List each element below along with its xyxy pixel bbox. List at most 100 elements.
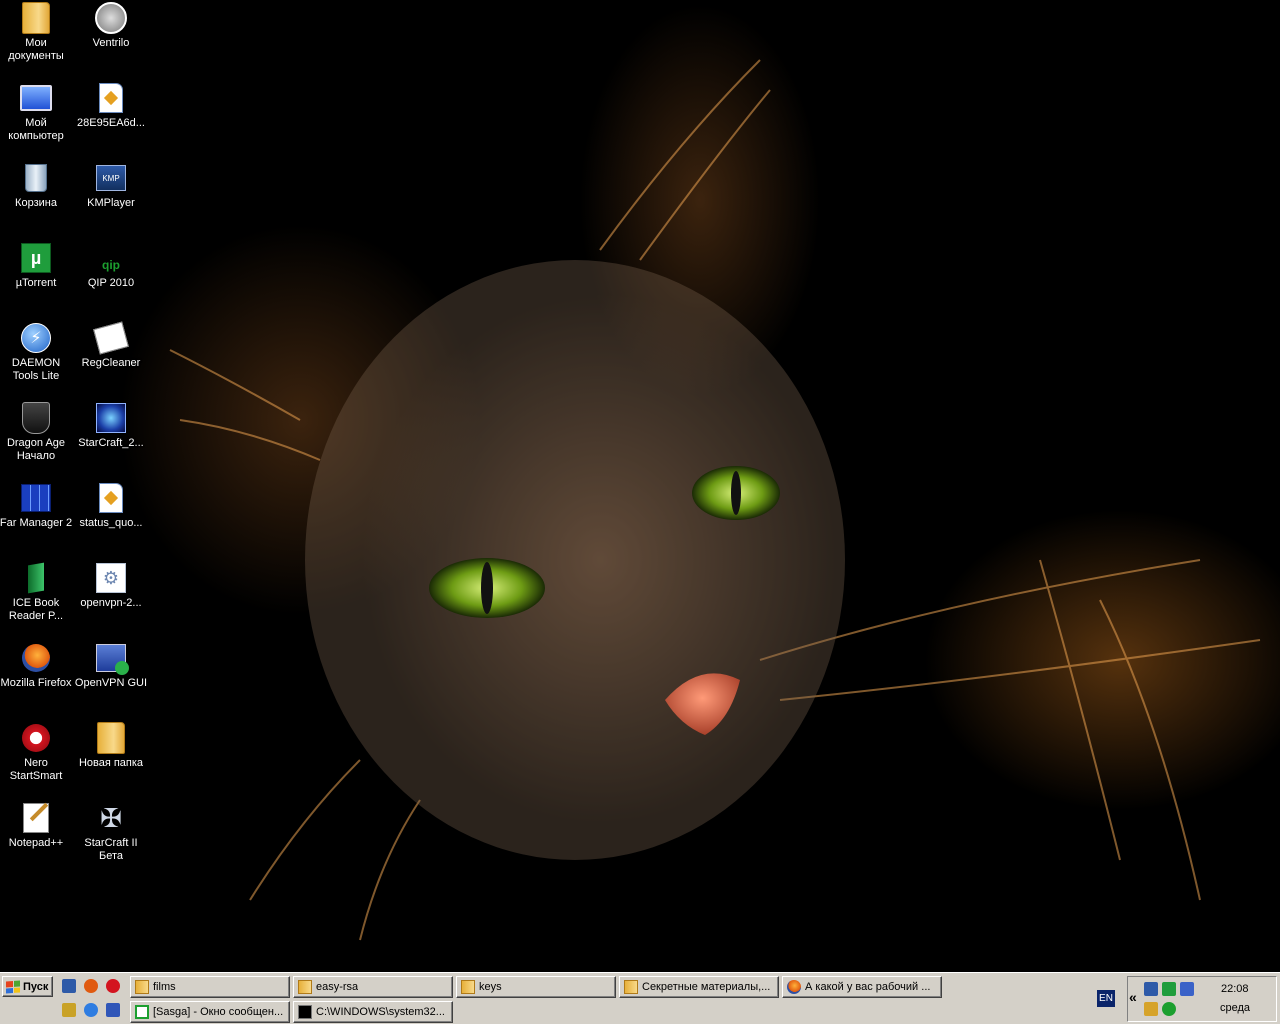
desktop-icon-label: DAEMON Tools Lite	[11, 357, 61, 382]
desktop-icon-label: Мои документы	[8, 37, 64, 62]
nero-icon[interactable]	[104, 977, 122, 995]
folder-icon	[20, 2, 52, 34]
task-button[interactable]: А какой у вас рабочий ...	[782, 976, 942, 998]
daemon-tools-icon: ⚡	[20, 322, 52, 354]
firefox-icon	[787, 980, 801, 994]
installer-icon: ⚙	[95, 562, 127, 594]
desktop-icon[interactable]: Корзина	[0, 160, 74, 234]
utorrent-icon: µ	[20, 242, 52, 274]
wallpaper-cat-image	[169, 59, 1261, 941]
task-button[interactable]: Секретные материалы,...	[619, 976, 779, 998]
firefox-icon[interactable]	[82, 977, 100, 995]
desktop-icon[interactable]: StarCraft_2...	[73, 400, 149, 474]
notepad-icon	[20, 802, 52, 834]
task-button-label: А какой у вас рабочий ...	[805, 981, 931, 993]
desktop-icon-label: StarCraft_2...	[78, 437, 144, 449]
task-button[interactable]: films	[130, 976, 290, 998]
task-button-label: C:\WINDOWS\system32...	[316, 1006, 445, 1018]
recycle-bin-icon	[20, 162, 52, 194]
task-button-label: keys	[479, 981, 502, 993]
desktop-icon-label: Мой компьютер	[8, 117, 64, 142]
desktop-icon-label: StarCraft II Бета	[84, 837, 138, 862]
task-button-label: easy-rsa	[316, 981, 359, 993]
system-tray	[1127, 976, 1277, 1022]
desktop-icon[interactable]: qip QIP 2010	[73, 240, 149, 314]
internet-explorer-icon[interactable]	[82, 1001, 100, 1019]
desktop-icon-label: Mozilla Firefox	[0, 677, 72, 689]
task-button-label: Секретные материалы,...	[642, 981, 771, 993]
nero-icon	[20, 722, 52, 754]
desktop-icon-label: µTorrent	[15, 277, 57, 289]
windows-logo-icon	[6, 980, 20, 993]
task-button-label: films	[153, 981, 176, 993]
desktop-icon[interactable]: Dragon Age Начало	[0, 400, 74, 474]
desktop-icon[interactable]: Far Manager 2	[0, 480, 74, 554]
desktop: Мои документы Ventrilo Мой компьютер 28E95E…	[0, 0, 1280, 972]
dragon-age-icon	[20, 402, 52, 434]
cmd-icon	[298, 1005, 312, 1019]
kmplayer-tray-icon[interactable]	[1144, 982, 1158, 996]
language-indicator[interactable]: EN	[1097, 990, 1115, 1007]
qip-icon: qip	[102, 258, 120, 272]
task-button[interactable]: keys	[456, 976, 616, 998]
desktop-icon[interactable]: ⚙ openvpn-2...	[73, 560, 149, 634]
desktop-icon[interactable]: ⚡ DAEMON Tools Lite	[0, 320, 74, 394]
desktop-icon[interactable]: Notepad++	[0, 800, 74, 874]
desktop-icon-label: KMPlayer	[87, 197, 135, 209]
far-manager-icon	[20, 482, 52, 514]
desktop-icon[interactable]: KMP KMPlayer	[73, 160, 149, 234]
desktop-icon[interactable]: RegCleaner	[73, 320, 149, 394]
desktop-icon[interactable]: 28E95EA6d...	[73, 80, 149, 154]
taskbar: Пуск films easy-rsa keys Секретные материал…	[0, 972, 1280, 1024]
folder-icon	[135, 980, 149, 994]
desktop-icon[interactable]: µ µTorrent	[0, 240, 74, 314]
desktop-icon[interactable]: Ventrilo	[73, 0, 149, 74]
home-network-tray-icon[interactable]	[1144, 1002, 1158, 1016]
firefox-icon	[20, 642, 52, 674]
task-button[interactable]: easy-rsa	[293, 976, 453, 998]
desktop-icon[interactable]: Мои документы	[0, 0, 74, 74]
clock-day: среда	[1220, 1002, 1251, 1014]
chat-icon	[135, 1005, 149, 1019]
desktop-icon[interactable]: OpenVPN GUI	[73, 640, 149, 714]
desktop-icon[interactable]: Mozilla Firefox	[0, 640, 74, 714]
desktop-icon[interactable]: status_quo...	[73, 480, 149, 554]
show-desktop-icon[interactable]	[60, 977, 78, 995]
desktop-icon[interactable]: Мой компьютер	[0, 80, 74, 154]
desktop-icon-label: Новая папка	[78, 757, 144, 769]
desktop-icon-label: Dragon Age Начало	[6, 437, 66, 462]
desktop-icon-label: openvpn-2...	[80, 597, 142, 609]
clock-time[interactable]: 22:08	[1221, 983, 1249, 995]
desktop-icon-label: OpenVPN GUI	[74, 677, 148, 689]
desktop-icon-label: Ventrilo	[92, 37, 130, 49]
desktop-icon[interactable]: Новая папка	[73, 720, 149, 794]
monitor-icon[interactable]	[104, 1001, 122, 1019]
network-tray-icon[interactable]	[1180, 982, 1194, 996]
headset-icon	[95, 2, 127, 34]
qip-tray-icon[interactable]	[1162, 1002, 1176, 1016]
task-button[interactable]: [Sasga] - Окно сообщен...	[130, 1001, 290, 1023]
starcraft-installer-icon	[95, 402, 127, 434]
starcraft2-icon: ✠	[100, 802, 122, 833]
desktop-icon-label: RegCleaner	[81, 357, 141, 369]
folder-icon	[461, 980, 475, 994]
folder-icon	[298, 980, 312, 994]
regcleaner-icon	[93, 321, 129, 355]
desktop-icon-label: Far Manager 2	[0, 517, 73, 529]
desktop-icon-label: Корзина	[15, 197, 57, 209]
task-button[interactable]: C:\WINDOWS\system32...	[293, 1001, 453, 1023]
document-icon	[95, 482, 127, 514]
desktop-icon[interactable]: ✠ StarCraft II Бета	[73, 800, 149, 874]
desktop-icon[interactable]: ICE Book Reader P...	[0, 560, 74, 634]
folder-icon	[624, 980, 638, 994]
openvpn-icon	[95, 642, 129, 675]
utorrent-tray-icon[interactable]	[1162, 982, 1176, 996]
tray-expand-chevron-icon[interactable]: «	[1129, 989, 1137, 1005]
start-label: Пуск	[23, 980, 49, 993]
start-button[interactable]: Пуск	[2, 976, 53, 997]
desktop-icon-label: ICE Book Reader P...	[8, 597, 64, 622]
book-reader-icon	[20, 562, 52, 594]
utorrent-icon[interactable]	[60, 1001, 78, 1019]
desktop-icon-label: status_quo...	[79, 517, 143, 529]
desktop-icon[interactable]: Nero StartSmart	[0, 720, 74, 794]
